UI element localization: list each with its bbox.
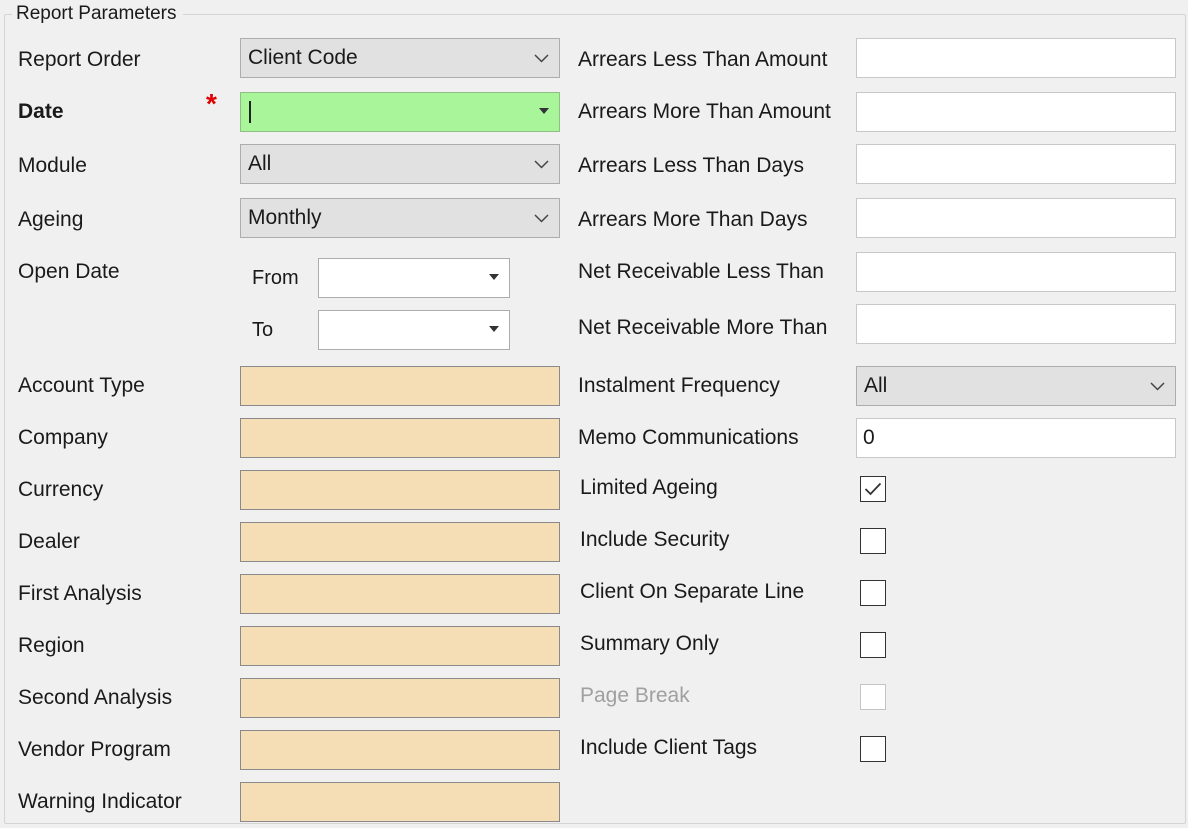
checkmark-icon (864, 482, 882, 496)
ageing-value: Monthly (248, 206, 322, 229)
region-label: Region (18, 634, 85, 657)
company-label: Company (18, 426, 108, 449)
vendor-program-label: Vendor Program (18, 738, 171, 761)
dealer-label: Dealer (18, 530, 80, 553)
client-on-separate-line-checkbox[interactable] (860, 580, 886, 606)
summary-only-label: Summary Only (580, 632, 719, 655)
instalment-frequency-value: All (864, 374, 888, 397)
net-receivable-more-than-input[interactable] (856, 304, 1176, 344)
page-break-label: Page Break (580, 684, 690, 707)
second-analysis-field[interactable] (240, 678, 560, 718)
date-label: Date (18, 100, 64, 123)
limited-ageing-label: Limited Ageing (580, 476, 718, 499)
ageing-select[interactable]: Monthly (240, 198, 560, 238)
arrears-less-than-amount-input[interactable] (856, 38, 1176, 78)
dealer-field[interactable] (240, 522, 560, 562)
instalment-frequency-select[interactable]: All (856, 366, 1176, 406)
summary-only-checkbox[interactable] (860, 632, 886, 658)
module-value: All (248, 152, 272, 175)
open-date-from-picker[interactable] (318, 258, 510, 298)
first-analysis-field[interactable] (240, 574, 560, 614)
date-picker[interactable] (240, 92, 560, 132)
group-title: Report Parameters (12, 2, 183, 26)
chevron-down-icon (523, 39, 559, 77)
chevron-down-icon (523, 199, 559, 237)
memo-communications-label: Memo Communications (578, 426, 799, 449)
report-order-label: Report Order (18, 48, 141, 71)
instalment-frequency-label: Instalment Frequency (578, 374, 780, 397)
dropdown-arrow-icon (489, 326, 499, 332)
warning-indicator-label: Warning Indicator (18, 790, 182, 813)
arrears-more-than-days-input[interactable] (856, 198, 1176, 238)
company-field[interactable] (240, 418, 560, 458)
region-field[interactable] (240, 626, 560, 666)
vendor-program-field[interactable] (240, 730, 560, 770)
warning-indicator-field[interactable] (240, 782, 560, 822)
open-date-label: Open Date (18, 260, 120, 283)
report-order-select[interactable]: Client Code (240, 38, 560, 78)
text-cursor (249, 101, 251, 123)
net-receivable-less-than-label: Net Receivable Less Than (578, 260, 824, 283)
include-client-tags-checkbox[interactable] (860, 736, 886, 762)
arrears-more-than-amount-label: Arrears More Than Amount (578, 100, 831, 123)
required-marker: * (206, 88, 217, 119)
chevron-down-icon (1139, 367, 1175, 405)
limited-ageing-checkbox[interactable] (860, 476, 886, 502)
arrears-more-than-days-label: Arrears More Than Days (578, 208, 808, 231)
include-client-tags-label: Include Client Tags (580, 736, 758, 759)
net-receivable-more-than-label: Net Receivable More Than (578, 316, 828, 339)
memo-communications-input[interactable]: 0 (856, 418, 1176, 458)
currency-field[interactable] (240, 470, 560, 510)
arrears-less-than-days-input[interactable] (856, 144, 1176, 184)
second-analysis-label: Second Analysis (18, 686, 173, 709)
net-receivable-less-than-input[interactable] (856, 252, 1176, 292)
arrears-less-than-days-label: Arrears Less Than Days (578, 154, 805, 177)
module-label: Module (18, 154, 87, 177)
dropdown-arrow-icon (539, 108, 549, 114)
account-type-field[interactable] (240, 366, 560, 406)
module-select[interactable]: All (240, 144, 560, 184)
report-order-value: Client Code (248, 46, 358, 69)
include-security-checkbox[interactable] (860, 528, 886, 554)
arrears-more-than-amount-input[interactable] (856, 92, 1176, 132)
chevron-down-icon (523, 145, 559, 183)
ageing-label: Ageing (18, 208, 84, 231)
include-security-label: Include Security (580, 528, 730, 551)
currency-label: Currency (18, 478, 104, 501)
account-type-label: Account Type (18, 374, 145, 397)
dropdown-arrow-icon (489, 274, 499, 280)
first-analysis-label: First Analysis (18, 582, 142, 605)
page-break-checkbox (860, 684, 886, 710)
open-date-to-picker[interactable] (318, 310, 510, 350)
open-date-to-label: To (252, 319, 274, 341)
open-date-from-label: From (252, 267, 299, 289)
arrears-less-than-amount-label: Arrears Less Than Amount (578, 48, 828, 71)
client-on-separate-line-label: Client On Separate Line (580, 580, 805, 603)
